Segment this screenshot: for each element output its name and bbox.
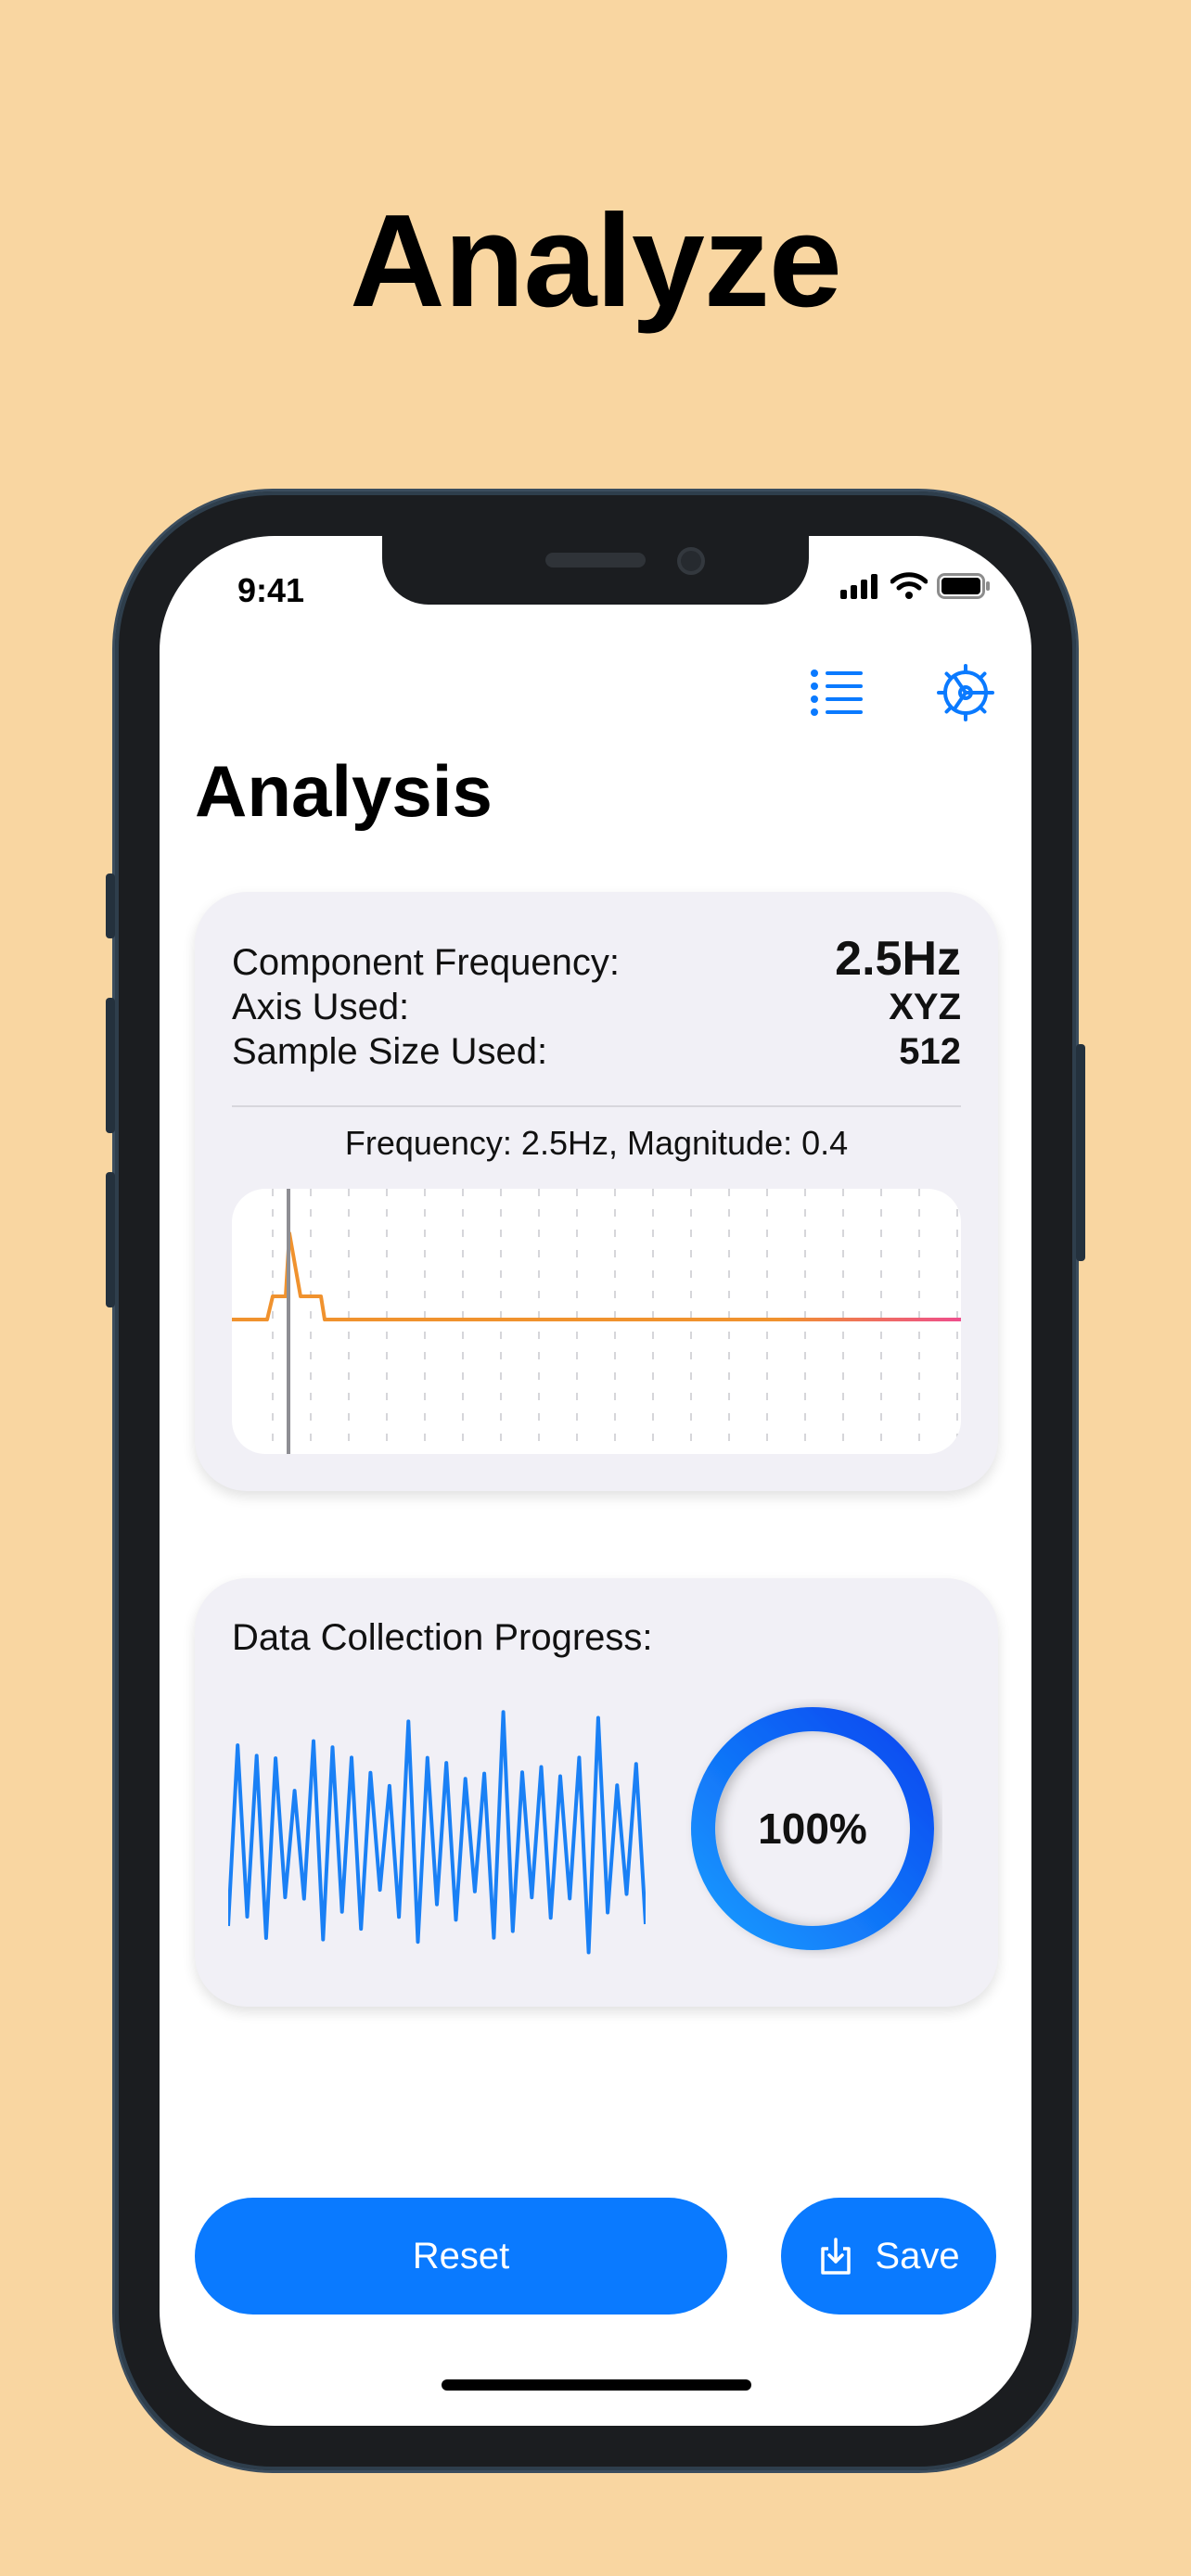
volume-up-button [106, 998, 115, 1133]
progress-card: Data Collection Progress: 100% [195, 1578, 998, 2007]
save-button[interactable]: Save [781, 2198, 996, 2315]
front-camera [677, 547, 705, 575]
reset-button-label: Reset [412, 2235, 510, 2276]
component-frequency-row: Component Frequency: 2.5Hz [232, 931, 961, 987]
sample-size-row: Sample Size Used: 512 [232, 1031, 961, 1073]
mute-switch [106, 874, 115, 938]
spectrum-chart[interactable] [232, 1189, 961, 1454]
cellular-signal-icon [840, 574, 877, 599]
speaker-grille [545, 553, 646, 567]
page-title: Analysis [195, 750, 493, 832]
frequency-caption: Frequency: 2.5Hz, Magnitude: 0.4 [344, 1124, 849, 1162]
sample-size-value: 512 [899, 1031, 961, 1072]
status-icons [840, 569, 991, 603]
reset-button[interactable]: Reset [195, 2198, 727, 2315]
save-button-label: Save [875, 2235, 960, 2276]
download-icon [821, 2238, 852, 2275]
spectrum-plot [232, 1189, 961, 1454]
progress-percent: 100% [758, 1804, 867, 1853]
settings-button[interactable] [935, 662, 996, 723]
list-bullet-icon [811, 670, 863, 716]
power-button [1076, 1044, 1085, 1261]
volume-down-button [106, 1172, 115, 1307]
progress-label: Data Collection Progress: [232, 1617, 653, 1658]
phone-screen: 9:41 Analysis Component Frequency: 2.5Hz… [160, 536, 1031, 2426]
gear-icon [937, 664, 994, 721]
axis-used-row: Axis Used: XYZ [232, 987, 961, 1028]
component-frequency-value: 2.5Hz [835, 932, 961, 986]
battery-icon [937, 573, 990, 599]
notch [382, 536, 809, 605]
phone-frame: 9:41 Analysis Component Frequency: 2.5Hz… [106, 491, 1085, 2470]
waveform-plot [228, 1710, 646, 1955]
axis-used-value: XYZ [889, 987, 961, 1027]
wifi-icon [890, 572, 928, 599]
analysis-card: Component Frequency: 2.5Hz Axis Used: XY… [195, 892, 998, 1491]
sample-size-label: Sample Size Used: [232, 1031, 548, 1072]
status-time: 9:41 [237, 571, 305, 609]
component-frequency-label: Component Frequency: [232, 942, 621, 983]
history-list-button[interactable] [809, 666, 864, 718]
marketing-title: Analyze [350, 187, 842, 335]
home-indicator [442, 2379, 751, 2391]
divider [232, 1105, 961, 1107]
axis-used-label: Axis Used: [232, 987, 410, 1027]
